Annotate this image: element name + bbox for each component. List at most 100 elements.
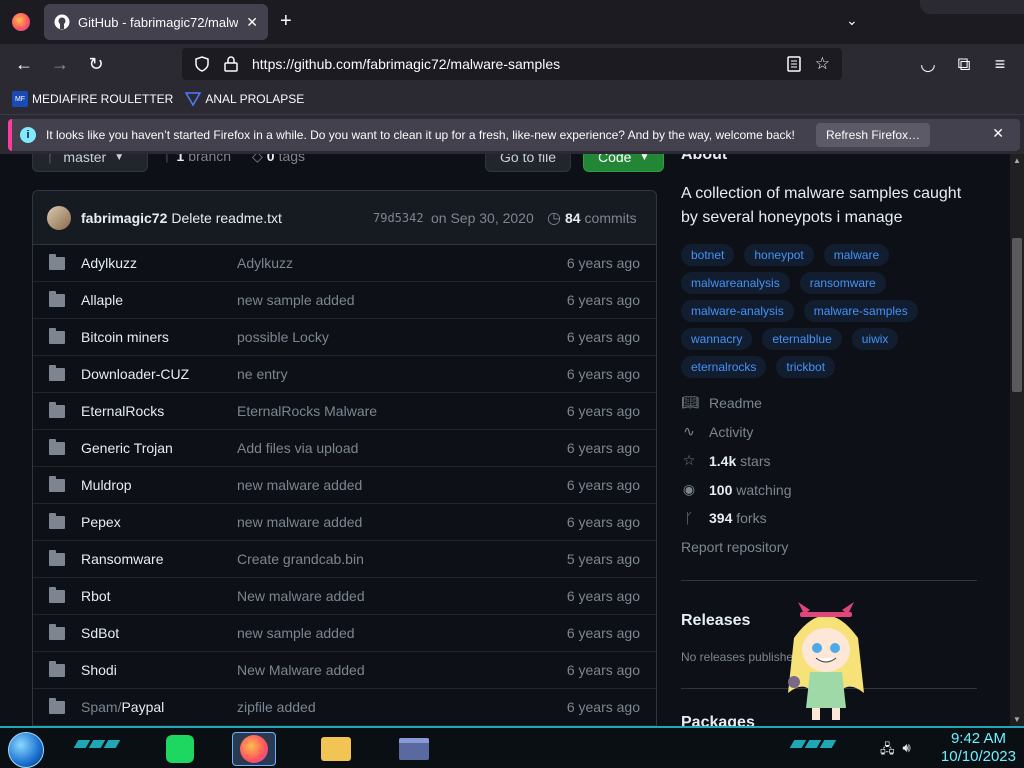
table-row[interactable]: EternalRocks EternalRocks Malware 6 years … [33, 393, 656, 430]
extensions-icon[interactable]: ⧉ [952, 52, 976, 76]
file-name[interactable]: SdBot [81, 625, 119, 641]
scrollbar-thumb[interactable] [1012, 238, 1022, 392]
commit-sha[interactable]: 79d5342 [373, 211, 424, 225]
topic-tag[interactable]: ransomware [799, 272, 886, 294]
table-row[interactable]: Muldrop new malware added 6 years ago [33, 467, 656, 504]
file-commit-message[interactable]: zipfile added [237, 699, 316, 715]
table-row[interactable]: Adylkuzz Adylkuzz 6 years ago [33, 245, 656, 282]
file-name[interactable]: Allaple [81, 292, 123, 308]
table-row[interactable]: Downloader-CUZ ne entry 6 years ago [33, 356, 656, 393]
page-scrollbar[interactable]: ▲ ▼ [1010, 154, 1024, 726]
file-name[interactable]: Bitcoin miners [81, 329, 169, 345]
file-commit-message[interactable]: new sample added [237, 292, 355, 308]
commit-history-link[interactable]: ◷ 84 commits [547, 208, 637, 228]
releases-heading[interactable]: Releases [681, 612, 750, 630]
scroll-up-icon[interactable]: ▲ [1013, 156, 1021, 165]
branch-selector[interactable]: ᚴ master ▼ [32, 154, 148, 172]
commit-author[interactable]: fabrimagic72 [81, 210, 167, 226]
file-commit-message[interactable]: new sample added [237, 625, 355, 641]
tracking-shield-icon[interactable] [194, 56, 210, 72]
topic-tag[interactable]: trickbot [776, 356, 836, 378]
file-name[interactable]: Shodi [81, 662, 117, 678]
file-name[interactable]: Muldrop [81, 477, 132, 493]
topic-tag[interactable]: uiwix [851, 328, 899, 350]
file-name[interactable]: Rbot [81, 588, 111, 604]
file-name[interactable]: Adylkuzz [81, 255, 137, 271]
topic-tag[interactable]: eternalrocks [681, 356, 767, 378]
firefox-app[interactable] [232, 732, 276, 766]
file-commit-message[interactable]: possible Locky [237, 329, 329, 345]
table-row[interactable]: SdBot new sample added 6 years ago [33, 615, 656, 652]
list-all-tabs-icon[interactable]: ⌄ [846, 12, 858, 29]
bookmark-item[interactable]: ANAL PROLAPSE [185, 91, 304, 107]
table-row[interactable]: Shodi New Malware added 6 years ago [33, 652, 656, 689]
clock[interactable]: 9:42 AM 10/10/2023 [941, 730, 1016, 766]
bookmark-item[interactable]: MF MEDIAFIRE ROULETTER [12, 91, 173, 107]
file-commit-message[interactable]: New malware added [237, 588, 365, 604]
url-bar[interactable]: https://github.com/fabrimagic72/malware-… [182, 48, 842, 80]
file-commit-message[interactable]: New Malware added [237, 662, 365, 678]
volume-icon[interactable]: 🔊︎ [903, 740, 911, 762]
file-commit-message[interactable]: Adylkuzz [237, 255, 293, 271]
avatar[interactable] [47, 205, 71, 230]
tag-count-link[interactable]: ◇ 0 tags [252, 154, 305, 165]
table-row[interactable]: Rbot New malware added 6 years ago [33, 578, 656, 615]
refresh-firefox-button[interactable]: Refresh Firefox… [816, 123, 931, 147]
topic-tag[interactable]: eternalblue [762, 328, 842, 350]
branch-count-link[interactable]: ᚴ 1 branch [164, 154, 231, 164]
start-button[interactable] [8, 732, 44, 768]
scroll-down-icon[interactable]: ▼ [1013, 715, 1021, 724]
table-row[interactable]: Allaple new sample added 6 years ago [33, 282, 656, 319]
go-to-file-button[interactable]: Go to file [485, 154, 572, 172]
table-row[interactable]: Spam/Paypal zipfile added 6 years ago [33, 689, 656, 726]
file-name[interactable]: Downloader-CUZ [81, 366, 189, 382]
reader-view-icon[interactable] [787, 56, 801, 72]
file-commit-message[interactable]: EternalRocks Malware [237, 403, 377, 419]
pocket-icon[interactable]: ◡ [916, 52, 940, 76]
tab-close-icon[interactable]: ✕ [246, 14, 258, 31]
packages-heading[interactable]: Packages [681, 714, 755, 726]
url-text[interactable]: https://github.com/fabrimagic72/malware-… [252, 56, 773, 72]
window-controls[interactable] [920, 0, 1024, 14]
reload-icon[interactable]: ↻ [84, 52, 108, 76]
forward-icon[interactable]: → [48, 52, 72, 76]
topic-tag[interactable]: malware-samples [803, 300, 918, 322]
lock-icon[interactable] [224, 56, 238, 72]
file-name[interactable]: EternalRocks [81, 403, 164, 419]
file-name[interactable]: Pepex [81, 514, 121, 530]
browser-tab[interactable]: GitHub - fabrimagic72/malware-samples ✕ [44, 4, 268, 40]
code-button[interactable]: Code ▼ [583, 154, 665, 172]
close-notification-icon[interactable]: ✕ [992, 125, 1004, 142]
network-icon[interactable]: 🖧︎ [880, 740, 895, 762]
table-row[interactable]: Pepex new malware added 6 years ago [33, 504, 656, 541]
file-commit-message[interactable]: new malware added [237, 477, 362, 493]
file-explorer-app[interactable] [314, 732, 358, 766]
report-repository-link[interactable]: Report repository [681, 539, 788, 555]
new-tab-icon[interactable]: + [280, 10, 292, 33]
topic-tag[interactable]: honeypot [744, 244, 814, 266]
activity-link[interactable]: ∿ Activity [681, 423, 753, 440]
topic-tag[interactable]: botnet [681, 244, 735, 266]
file-name[interactable]: Ransomware [81, 551, 163, 567]
table-row[interactable]: Generic Trojan Add files via upload 6 year… [33, 430, 656, 467]
file-name[interactable]: Spam/Paypal [81, 699, 164, 715]
window-app[interactable] [392, 732, 436, 766]
topic-tag[interactable]: wannacry [681, 328, 753, 350]
file-commit-message[interactable]: new malware added [237, 514, 362, 530]
table-row[interactable]: Bitcoin miners possible Locky 6 years ago [33, 319, 656, 356]
file-commit-message[interactable]: Add files via upload [237, 440, 358, 456]
commit-message[interactable]: Delete readme.txt [171, 210, 282, 226]
watching-link[interactable]: ◉ 100 watching [681, 481, 792, 498]
table-row[interactable]: Ransomware Create grandcab.bin 5 years ago [33, 541, 656, 578]
readme-link[interactable]: 📖︎ Readme [681, 394, 762, 411]
forks-link[interactable]: ᚴ 394 forks [681, 510, 767, 526]
file-commit-message[interactable]: ne entry [237, 366, 288, 382]
topic-tag[interactable]: malware-analysis [681, 300, 794, 322]
bookmark-star-icon[interactable]: ☆ [815, 54, 830, 74]
topic-tag[interactable]: malware [823, 244, 890, 266]
topic-tag[interactable]: malwareanalysis [681, 272, 790, 294]
menu-icon[interactable]: ≡ [988, 52, 1012, 76]
spotify-app[interactable] [158, 732, 202, 766]
stars-link[interactable]: ☆ 1.4k stars [681, 452, 771, 469]
back-icon[interactable]: ← [12, 52, 36, 76]
